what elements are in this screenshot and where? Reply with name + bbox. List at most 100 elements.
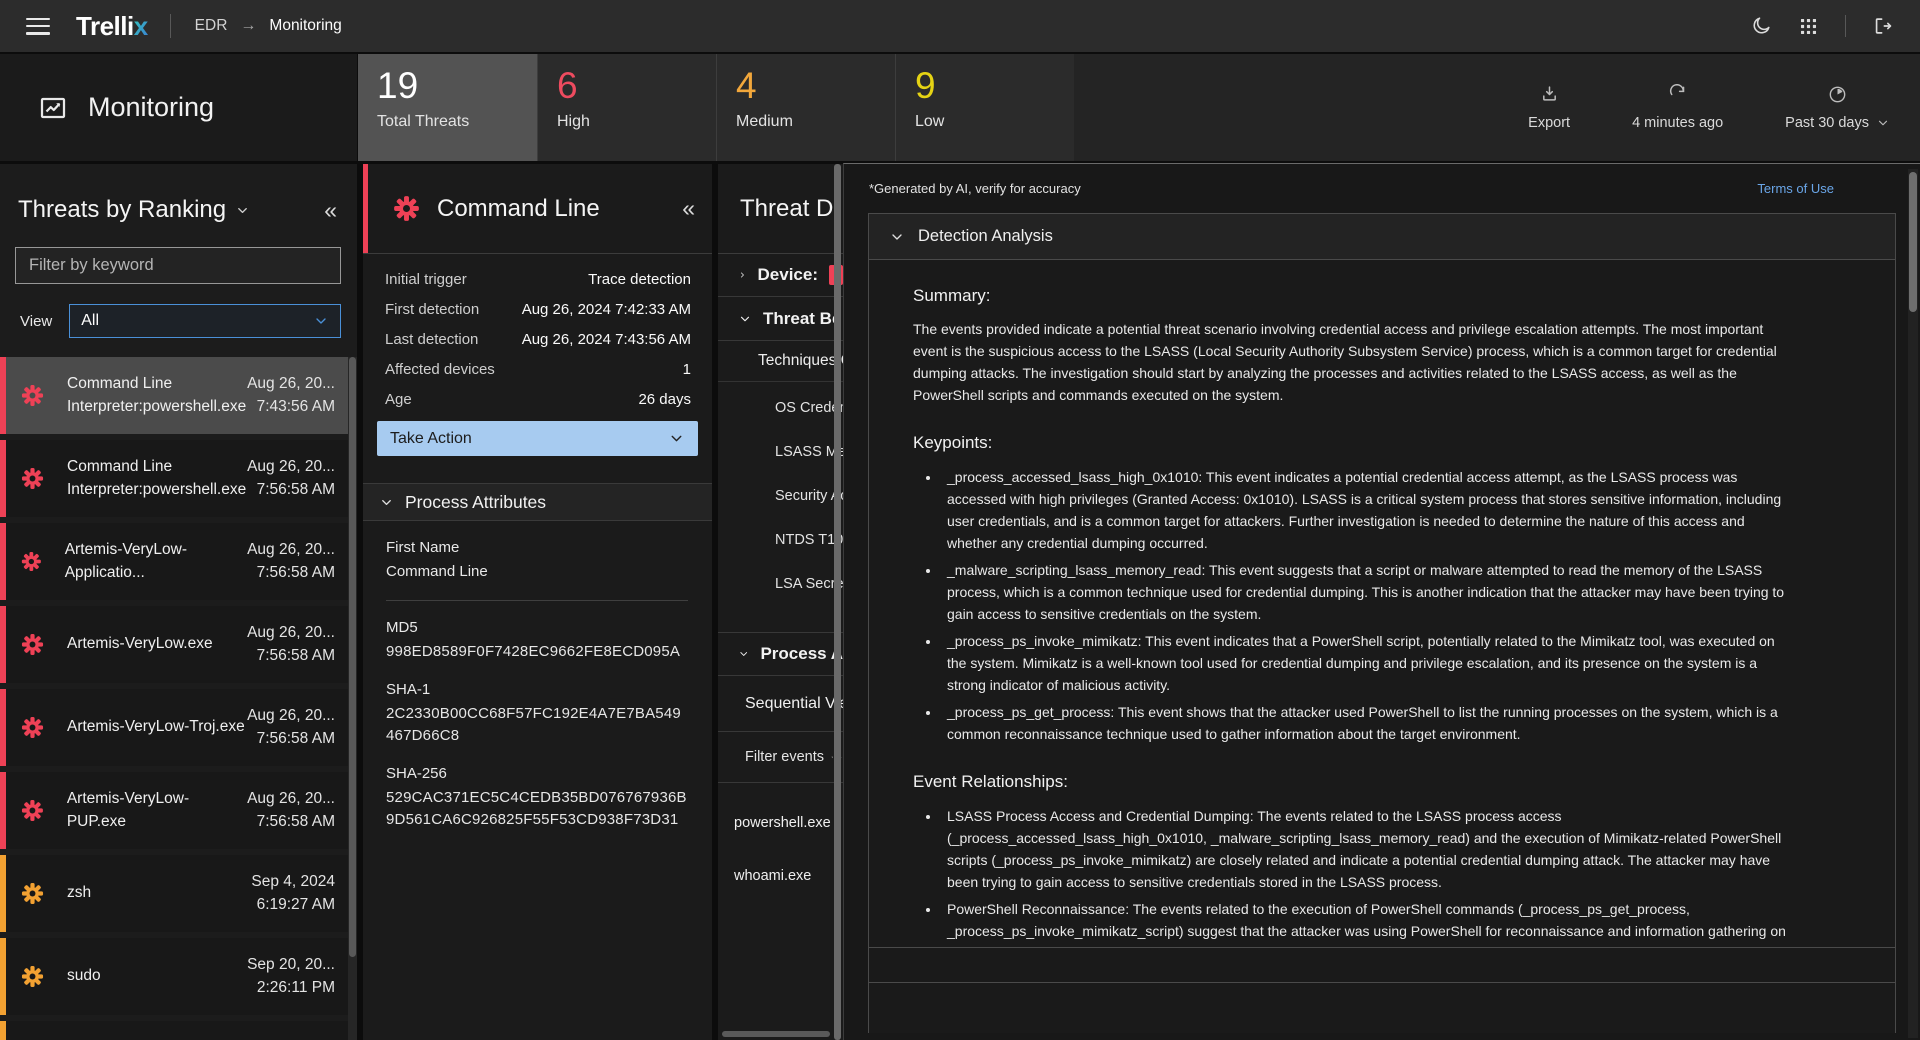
hamburger-menu-icon[interactable]: [26, 18, 50, 35]
threat-time: 7:56:58 AM: [247, 645, 335, 667]
keypoints-heading: Keypoints:: [913, 433, 1789, 453]
severity-bar: [0, 1021, 6, 1040]
techniques-observed-item[interactable]: Techniques O: [718, 341, 843, 382]
threat-details-scrollbar[interactable]: [834, 164, 841, 1040]
hash-group-sha1: SHA-1 2C2330B00CC68F57FC192E4A7E7BA54946…: [386, 681, 688, 748]
threat-name-line2: Interpreter:powershell.exe: [67, 396, 246, 418]
filter-events-label: Filter events: [745, 749, 824, 765]
tile-high[interactable]: 6 High: [537, 54, 716, 161]
dark-mode-moon-icon[interactable]: [1750, 15, 1772, 37]
technique-item[interactable]: Security Acco: [775, 488, 843, 504]
view-dropdown[interactable]: All: [69, 304, 341, 338]
view-dropdown-value: All: [81, 312, 99, 330]
breadcrumb-page[interactable]: Monitoring: [269, 17, 341, 35]
detection-analysis-header[interactable]: Detection Analysis: [869, 214, 1895, 260]
threat-behavior-section-header[interactable]: Threat Be: [718, 297, 843, 341]
technique-item[interactable]: NTDS T1003.: [775, 532, 843, 548]
export-label: Export: [1528, 115, 1570, 131]
threat-details-hscrollbar[interactable]: [722, 1031, 830, 1037]
hash-label: SHA-1: [386, 681, 688, 698]
topbar-actions: [1750, 15, 1894, 37]
threat-list-item[interactable]: Artemis-VeryLow-PUP.exe Aug 26, 20...7:5…: [0, 772, 348, 849]
edr-monitoring-app: Trellix EDR → Monitoring Monitoring 19 T…: [0, 0, 1920, 1040]
threat-list-scrollbar[interactable]: [348, 357, 357, 1040]
detection-analysis-content: Summary: The events provided indicate a …: [869, 260, 1895, 947]
technique-item[interactable]: LSASS Memo: [775, 444, 843, 460]
time-range-selector[interactable]: Past 30 days: [1785, 84, 1890, 131]
threat-date: Aug 26, 20...: [247, 373, 335, 395]
threat-name: zsh: [67, 882, 91, 904]
chevron-down-icon: [668, 430, 685, 447]
threat-list-item[interactable]: zsh Sep 4, 20246:19:27 AM: [0, 855, 348, 932]
threat-list-item[interactable]: sudo Sep 20, 20...2:26:11 PM: [0, 938, 348, 1015]
threat-name: sudo: [67, 965, 101, 987]
threat-name: Artemis-VeryLow-Troj.exe: [67, 716, 245, 738]
high-count: 6: [557, 67, 716, 106]
breadcrumb-app[interactable]: EDR: [195, 17, 228, 35]
threat-list-item[interactable]: Artemis-VeryLow-Applicatio... Aug 26, 20…: [0, 523, 348, 600]
hash-group-sha256: SHA-256 529CAC371EC5C4CEDB35BD076767936B…: [386, 765, 688, 832]
process-activity-section-header[interactable]: Process A: [718, 632, 843, 676]
terms-of-use-link[interactable]: Terms of Use: [1757, 181, 1834, 196]
filter-events-control[interactable]: Filter events: [718, 732, 843, 783]
process-node[interactable]: powershell.exe: [718, 815, 843, 831]
ai-panel-scrollbar[interactable]: [1908, 169, 1918, 1038]
tile-total-threats[interactable]: 19 Total Threats: [358, 54, 537, 161]
summary-heading: Summary:: [913, 286, 1789, 306]
threat-name-line2: Interpreter:powershell.exe: [67, 479, 246, 501]
threat-date: Sep 20, 20...: [247, 954, 335, 976]
threat-list-item-partial[interactable]: [0, 1021, 348, 1040]
chevron-down-icon[interactable]: [235, 203, 250, 218]
export-button[interactable]: Export: [1528, 84, 1570, 131]
section-title: Process A: [760, 644, 843, 664]
sequential-view-dropdown[interactable]: Sequential Vie: [718, 676, 843, 732]
refresh-icon: [1667, 84, 1688, 105]
threats-panel-title[interactable]: Threats by Ranking: [18, 196, 226, 224]
severity-bar: [0, 772, 6, 849]
filter-keyword-input[interactable]: [15, 247, 341, 284]
chevron-down-icon: [313, 313, 329, 329]
process-node[interactable]: whoami.exe: [718, 868, 843, 884]
keypoint-item: _malware_scripting_lsass_memory_read: Th…: [941, 559, 1789, 625]
logout-icon[interactable]: [1872, 15, 1894, 37]
threat-name: Artemis-VeryLow-Applicatio...: [65, 539, 247, 584]
collapsed-section-row[interactable]: [868, 983, 1896, 1033]
threat-list: Command LineInterpreter:powershell.exe A…: [0, 357, 348, 1040]
threat-list-item[interactable]: Artemis-VeryLow-Troj.exe Aug 26, 20...7:…: [0, 689, 348, 766]
threat-date: Aug 26, 20...: [247, 539, 335, 561]
hash-group-md5: MD5 998ED8589F0F7428EC9662FE8ECD095A: [386, 619, 688, 664]
monitoring-chart-icon: [38, 93, 68, 123]
strip-controls: Export 4 minutes ago Past 30 days: [1074, 54, 1920, 161]
tile-medium[interactable]: 4 Medium: [716, 54, 895, 161]
trellix-logo[interactable]: Trellix: [76, 11, 148, 42]
export-download-icon: [1539, 84, 1560, 105]
hash-label: MD5: [386, 619, 688, 636]
technique-item[interactable]: OS Credentia: [775, 400, 843, 416]
threat-time: 7:43:56 AM: [247, 396, 335, 418]
take-action-dropdown[interactable]: Take Action: [377, 421, 698, 456]
app-grid-icon[interactable]: [1798, 16, 1819, 37]
collapse-panel-icon[interactable]: «: [324, 199, 337, 222]
threat-gear-icon: [21, 467, 44, 490]
threat-time: 6:19:27 AM: [251, 894, 335, 916]
threat-list-item[interactable]: Command LineInterpreter:powershell.exe A…: [0, 357, 348, 434]
threat-count-tiles: 19 Total Threats 6 High 4 Medium 9 Low: [358, 54, 1074, 161]
device-section-header[interactable]: Device:: [718, 254, 843, 297]
last-refreshed-label: 4 minutes ago: [1632, 115, 1723, 131]
threat-time: 2:26:11 PM: [247, 977, 335, 999]
collapsed-section-row[interactable]: [868, 948, 1896, 983]
tile-low[interactable]: 9 Low: [895, 54, 1074, 161]
collapse-panel-icon[interactable]: «: [682, 197, 695, 220]
threat-list-item[interactable]: Command LineInterpreter:powershell.exe A…: [0, 440, 348, 517]
scrollbar-thumb[interactable]: [1909, 172, 1917, 312]
severity-bar: [0, 855, 6, 932]
severity-bar: [0, 689, 6, 766]
refresh-button[interactable]: 4 minutes ago: [1632, 84, 1723, 131]
first-name-value: Command Line: [386, 563, 688, 580]
scrollbar-thumb[interactable]: [349, 357, 356, 957]
process-attributes-section-header[interactable]: Process Attributes: [363, 483, 712, 521]
threat-list-item[interactable]: Artemis-VeryLow.exe Aug 26, 20...7:56:58…: [0, 606, 348, 683]
take-action-label: Take Action: [390, 430, 472, 448]
technique-item[interactable]: LSA Secrets T: [775, 576, 843, 592]
threat-date: Aug 26, 20...: [247, 456, 335, 478]
